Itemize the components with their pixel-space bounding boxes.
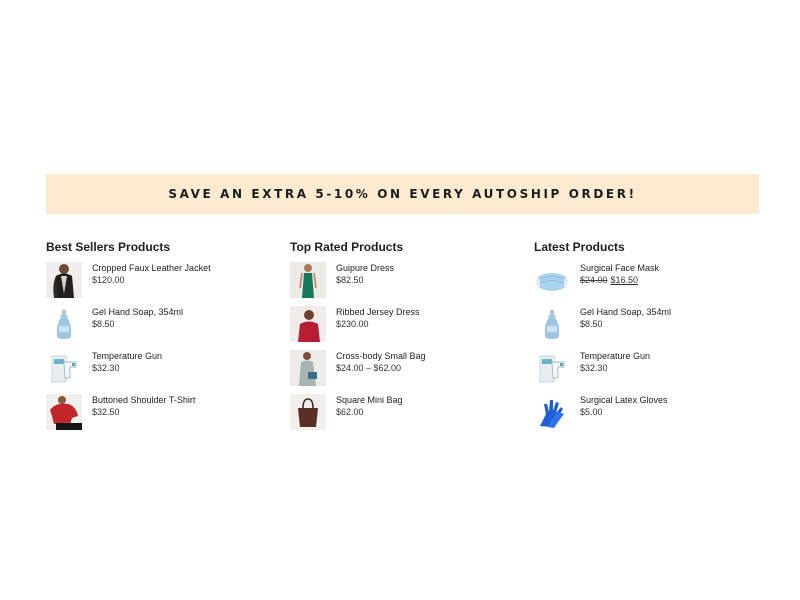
section-title: Top Rated Products [290, 240, 404, 254]
product-name[interactable]: Surgical Latex Gloves [580, 394, 668, 406]
product-price: $32.30 [92, 363, 120, 373]
latest-products-section: Latest Products Surgical Face Mask $24.0… [534, 239, 764, 438]
product-item[interactable]: Cross-body Small Bag $24.00 – $62.00 [290, 350, 520, 387]
product-item[interactable]: Guipure Dress $82.50 [290, 262, 520, 299]
top-rated-section: Top Rated Products Guipure Dress $82.50 … [290, 239, 520, 438]
brown-bag-photo-icon[interactable] [290, 394, 326, 430]
product-item[interactable]: Gel Hand Soap, 354ml $8.50 [46, 306, 276, 343]
product-item[interactable]: Surgical Face Mask $24.00 $16.50 [534, 262, 764, 299]
product-price: $32.50 [92, 407, 120, 417]
face-mask-photo-icon[interactable] [534, 262, 570, 298]
promo-banner-text: SAVE AN EXTRA 5-10% ON EVERY AUTOSHIP OR… [168, 187, 637, 201]
product-price: $24.00 – $62.00 [336, 363, 402, 373]
product-price: $120.00 [92, 275, 125, 285]
product-price: $32.30 [580, 363, 608, 373]
product-item[interactable]: Surgical Latex Gloves $5.00 [534, 394, 764, 431]
temperature-gun-photo-icon[interactable] [46, 350, 82, 386]
soap-bottle-photo-icon[interactable] [46, 306, 82, 342]
autoship-promo-banner: SAVE AN EXTRA 5-10% ON EVERY AUTOSHIP OR… [46, 174, 759, 214]
product-item[interactable]: Buttoned Shoulder T-Shirt $32.50 [46, 394, 276, 431]
product-name[interactable]: Temperature Gun [92, 350, 162, 362]
product-name[interactable]: Gel Hand Soap, 354ml [580, 306, 671, 318]
temperature-gun-photo-icon[interactable] [534, 350, 570, 386]
product-item[interactable]: Ribbed Jersey Dress $230.00 [290, 306, 520, 343]
product-item[interactable]: Cropped Faux Leather Jacket $120.00 [46, 262, 276, 299]
section-title: Best Sellers Products [46, 240, 171, 254]
product-name[interactable]: Buttoned Shoulder T-Shirt [92, 394, 195, 406]
product-name[interactable]: Surgical Face Mask [580, 262, 659, 274]
product-item[interactable]: Gel Hand Soap, 354ml $8.50 [534, 306, 764, 343]
sale-price: $16.50 [610, 275, 639, 285]
product-price: $8.50 [92, 319, 115, 329]
original-price: $24.00 [580, 275, 608, 285]
product-name[interactable]: Cropped Faux Leather Jacket [92, 262, 211, 274]
product-price: $230.00 [336, 319, 369, 329]
product-price: $62.00 [336, 407, 364, 417]
soap-bottle-photo-icon[interactable] [534, 306, 570, 342]
product-item[interactable]: Temperature Gun $32.30 [534, 350, 764, 387]
product-name[interactable]: Temperature Gun [580, 350, 650, 362]
jacket-photo-icon[interactable] [46, 262, 82, 298]
product-item[interactable]: Square Mini Bag $62.00 [290, 394, 520, 431]
red-dress-photo-icon[interactable] [290, 306, 326, 342]
crossbody-bag-photo-icon[interactable] [290, 350, 326, 386]
product-item[interactable]: Temperature Gun $32.30 [46, 350, 276, 387]
product-name[interactable]: Guipure Dress [336, 262, 394, 274]
red-shirt-photo-icon[interactable] [46, 394, 82, 430]
product-price: $8.50 [580, 319, 603, 329]
product-price: $24.00 $16.50 [580, 274, 659, 286]
product-price: $82.50 [336, 275, 364, 285]
product-name[interactable]: Square Mini Bag [336, 394, 403, 406]
product-name[interactable]: Gel Hand Soap, 354ml [92, 306, 183, 318]
latex-gloves-photo-icon[interactable] [534, 394, 570, 430]
section-title: Latest Products [534, 240, 625, 254]
product-price: $5.00 [580, 407, 603, 417]
green-dress-photo-icon[interactable] [290, 262, 326, 298]
product-name[interactable]: Cross-body Small Bag [336, 350, 426, 362]
product-name[interactable]: Ribbed Jersey Dress [336, 306, 420, 318]
best-sellers-section: Best Sellers Products Cropped Faux Leath… [46, 239, 276, 438]
